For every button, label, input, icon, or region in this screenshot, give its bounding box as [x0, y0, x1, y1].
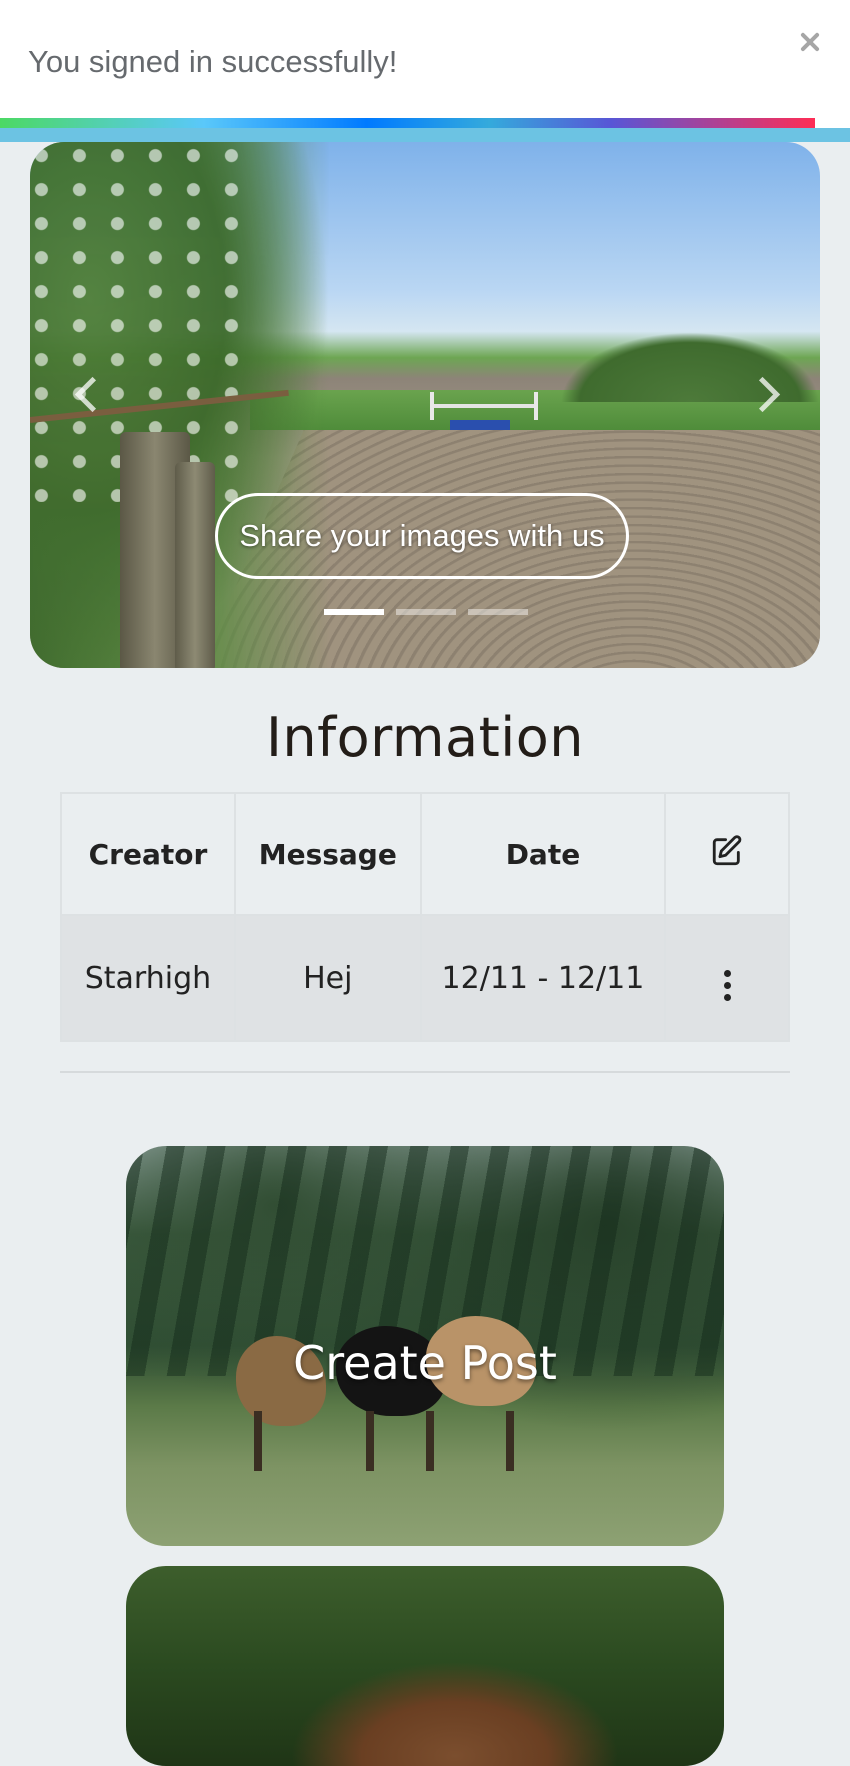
- header-accent-line: [0, 128, 850, 142]
- show-jump: [430, 392, 538, 420]
- horse-leg: [366, 1411, 374, 1471]
- table-header-row: Creator Message Date: [60, 792, 790, 916]
- section-divider: [60, 1071, 790, 1073]
- create-post-card[interactable]: Create Post: [126, 1146, 724, 1546]
- edit-icon[interactable]: [710, 834, 744, 868]
- distant-trees: [560, 332, 820, 402]
- table-row: Starhigh Hej 12/11 - 12/11: [60, 914, 790, 1042]
- information-table: Creator Message Date Starhigh Hej 12/11 …: [60, 792, 790, 1042]
- horse-image-card[interactable]: [126, 1566, 724, 1766]
- chevron-left-icon[interactable]: [70, 372, 111, 413]
- cell-actions: [664, 914, 790, 1042]
- toast-message: You signed in successfully!: [28, 44, 398, 79]
- show-jump-base: [450, 420, 510, 430]
- cell-message: Hej: [233, 914, 422, 1042]
- column-header-creator: Creator: [60, 792, 236, 916]
- column-header-message: Message: [233, 792, 422, 916]
- carousel-indicator-3[interactable]: [468, 609, 528, 615]
- column-header-date: Date: [419, 792, 667, 916]
- carousel-indicator-1[interactable]: [324, 609, 384, 615]
- carousel-caption[interactable]: Share your images with us: [215, 493, 629, 579]
- column-header-actions: [664, 792, 790, 916]
- image-carousel[interactable]: Share your images with us: [30, 142, 820, 668]
- create-post-label: Create Post: [293, 1336, 557, 1390]
- horse-leg: [426, 1411, 434, 1471]
- signin-toast: You signed in successfully!: [0, 0, 850, 128]
- fence-post: [175, 462, 215, 668]
- horse-leg: [254, 1411, 262, 1471]
- toast-progress-bar: [0, 118, 815, 128]
- cell-date: 12/11 - 12/11: [419, 914, 667, 1042]
- more-vertical-icon[interactable]: [718, 964, 737, 1007]
- cell-creator: Starhigh: [60, 914, 236, 1042]
- information-title: Information: [265, 706, 585, 769]
- chevron-right-icon[interactable]: [740, 372, 781, 413]
- horse-leg: [506, 1411, 514, 1471]
- carousel-indicators: [324, 609, 528, 615]
- close-icon[interactable]: [792, 24, 828, 60]
- carousel-indicator-2[interactable]: [396, 609, 456, 615]
